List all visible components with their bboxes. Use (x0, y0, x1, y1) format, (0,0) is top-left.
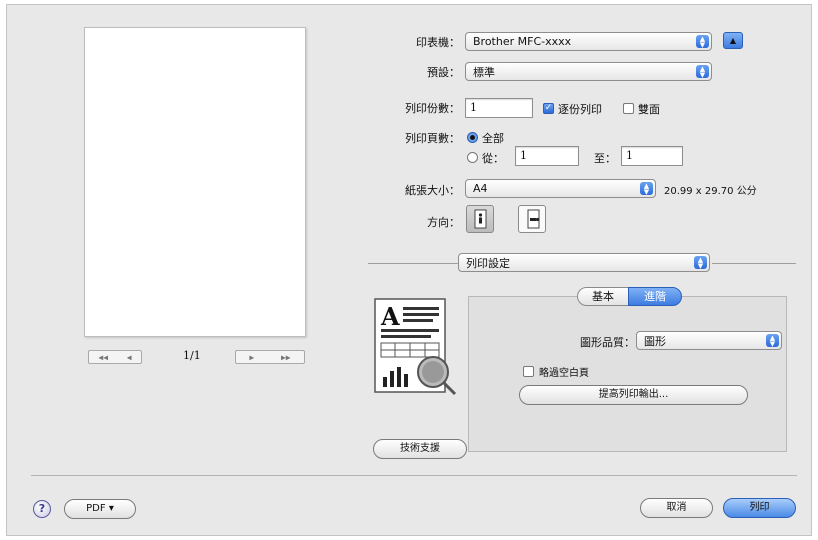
printer-popup[interactable]: Brother MFC-xxxx ▲ ▼ (465, 32, 712, 51)
panel-value: 列印設定 (466, 256, 510, 270)
graphics-quality-popup[interactable]: 圖形 ▲ ▼ (636, 331, 782, 350)
presets-popup[interactable]: 標準 ▲ ▼ (465, 62, 712, 81)
presets-label: 預設： (427, 66, 460, 79)
collapse-disclosure-button[interactable]: ▲ (723, 32, 743, 49)
duplex-checkbox[interactable] (623, 103, 634, 114)
preview-nav-forward-group: ▶ ▶▶ (235, 350, 305, 364)
popup-arrows-icon: ▲ ▼ (696, 65, 709, 78)
orientation-portrait-button[interactable] (466, 205, 494, 233)
support-button[interactable]: 技術支援 (373, 439, 467, 459)
improve-output-button[interactable]: 提高列印輸出... (519, 385, 748, 405)
tab-advanced[interactable]: 進階 (628, 287, 682, 306)
pages-all-radio[interactable] (467, 132, 478, 143)
pdf-button[interactable]: PDF ▾ (64, 499, 136, 519)
last-page-button[interactable]: ▶▶ (281, 353, 291, 362)
popup-arrows-icon: ▲ ▼ (766, 334, 779, 347)
popup-arrows-icon: ▲ ▼ (694, 256, 707, 269)
copies-input[interactable]: 1 (465, 98, 533, 118)
page-indicator: 1/1 (183, 349, 201, 362)
preview-nav-back-group: ◀◀ ◀ (88, 350, 142, 364)
presets-value: 標準 (473, 65, 495, 79)
separator-left (368, 263, 458, 264)
skip-blank-label: 略過空白頁 (539, 368, 589, 379)
checkmark-icon: ✓ (544, 103, 553, 113)
print-quality-illustration: A (373, 297, 459, 397)
collate-label: 逐份列印 (558, 103, 602, 116)
graphics-quality-label: 圖形品質： (580, 336, 635, 349)
orientation-landscape-button[interactable] (518, 205, 546, 233)
orientation-label: 方向： (427, 216, 460, 229)
pages-from-label: 從： (482, 152, 504, 165)
duplex-label: 雙面 (638, 103, 660, 116)
portrait-person-icon (474, 209, 487, 229)
footer-separator (31, 475, 797, 476)
first-page-button[interactable]: ◀◀ (98, 353, 108, 362)
popup-arrows-icon: ▲ ▼ (696, 35, 709, 48)
separator-right (712, 263, 796, 264)
help-icon[interactable]: ? (33, 500, 51, 518)
collate-checkbox[interactable]: ✓ (543, 103, 554, 114)
paper-dimensions: 20.99 x 29.70 公分 (664, 186, 757, 197)
skip-blank-checkbox[interactable] (523, 366, 534, 377)
paper-size-value: A4 (473, 182, 488, 195)
popup-arrows-icon: ▲ ▼ (640, 182, 653, 195)
next-page-button[interactable]: ▶ (249, 353, 254, 362)
paper-size-label: 紙張大小： (405, 184, 460, 197)
document-magnifier-icon: A (374, 298, 457, 396)
pages-label: 列印頁數： (405, 132, 460, 145)
paper-size-popup[interactable]: A4 ▲ ▼ (465, 179, 656, 198)
copies-label: 列印份數： (405, 102, 460, 115)
panel-popup[interactable]: 列印設定 ▲ ▼ (458, 253, 710, 272)
previous-page-button[interactable]: ◀ (127, 353, 132, 362)
graphics-quality-value: 圖形 (644, 334, 666, 348)
tab-basic[interactable]: 基本 (577, 287, 629, 306)
pages-all-label: 全部 (482, 132, 504, 145)
pages-range-radio[interactable] (467, 152, 478, 163)
landscape-person-icon (527, 209, 540, 229)
page-preview (84, 27, 306, 337)
advanced-tab-panel (468, 296, 787, 452)
pages-to-input[interactable]: 1 (621, 146, 683, 166)
triangle-up-icon: ▲ (729, 36, 737, 45)
cancel-button[interactable]: 取消 (640, 498, 713, 518)
svg-text:A: A (380, 302, 400, 331)
print-button[interactable]: 列印 (723, 498, 796, 518)
printer-label: 印表機： (416, 36, 460, 49)
pages-to-label: 至： (594, 152, 616, 165)
printer-value: Brother MFC-xxxx (473, 35, 572, 48)
pages-from-input[interactable]: 1 (515, 146, 579, 166)
